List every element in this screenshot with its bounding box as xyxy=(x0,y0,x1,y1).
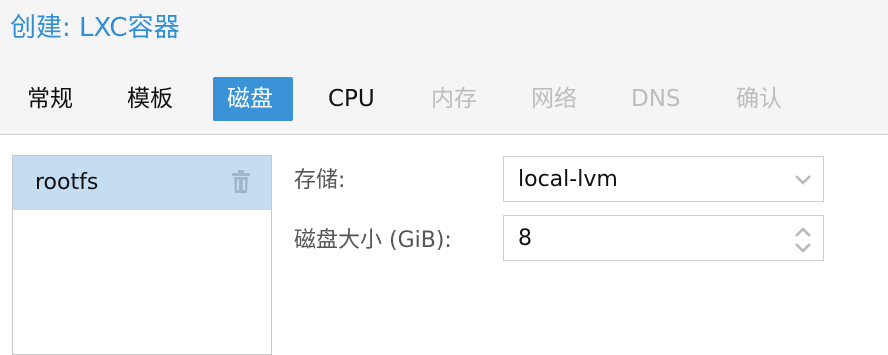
spinner-icon[interactable] xyxy=(793,225,813,259)
storage-select[interactable]: local-lvm xyxy=(503,156,824,202)
tab-disks[interactable]: 磁盘 xyxy=(213,77,293,121)
storage-label: 存储: xyxy=(294,168,346,193)
dialog-title: 创建: LXC容器 xyxy=(10,13,180,43)
trash-icon[interactable] xyxy=(231,170,251,194)
disk-list-item-rootfs[interactable]: rootfs xyxy=(13,156,271,210)
disk-size-input[interactable]: 8 xyxy=(503,215,824,261)
chevron-down-icon[interactable] xyxy=(793,166,813,196)
tab-memory[interactable]: 内存 xyxy=(431,77,477,121)
tab-confirm[interactable]: 确认 xyxy=(736,77,782,121)
storage-value: local-lvm xyxy=(518,167,618,192)
tab-dns[interactable]: DNS xyxy=(631,77,681,121)
tab-network[interactable]: 网络 xyxy=(531,77,577,121)
disk-list: rootfs xyxy=(12,155,272,355)
disk-list-item-label: rootfs xyxy=(35,170,99,195)
tab-template[interactable]: 模板 xyxy=(127,77,173,121)
tab-general[interactable]: 常规 xyxy=(27,77,73,121)
disk-size-value: 8 xyxy=(518,226,532,251)
dialog-header: 创建: LXC容器 常规 模板 磁盘 CPU 内存 网络 DNS 确认 xyxy=(0,0,888,135)
disk-size-label: 磁盘大小 (GiB): xyxy=(294,228,452,253)
tab-cpu[interactable]: CPU xyxy=(328,77,375,121)
